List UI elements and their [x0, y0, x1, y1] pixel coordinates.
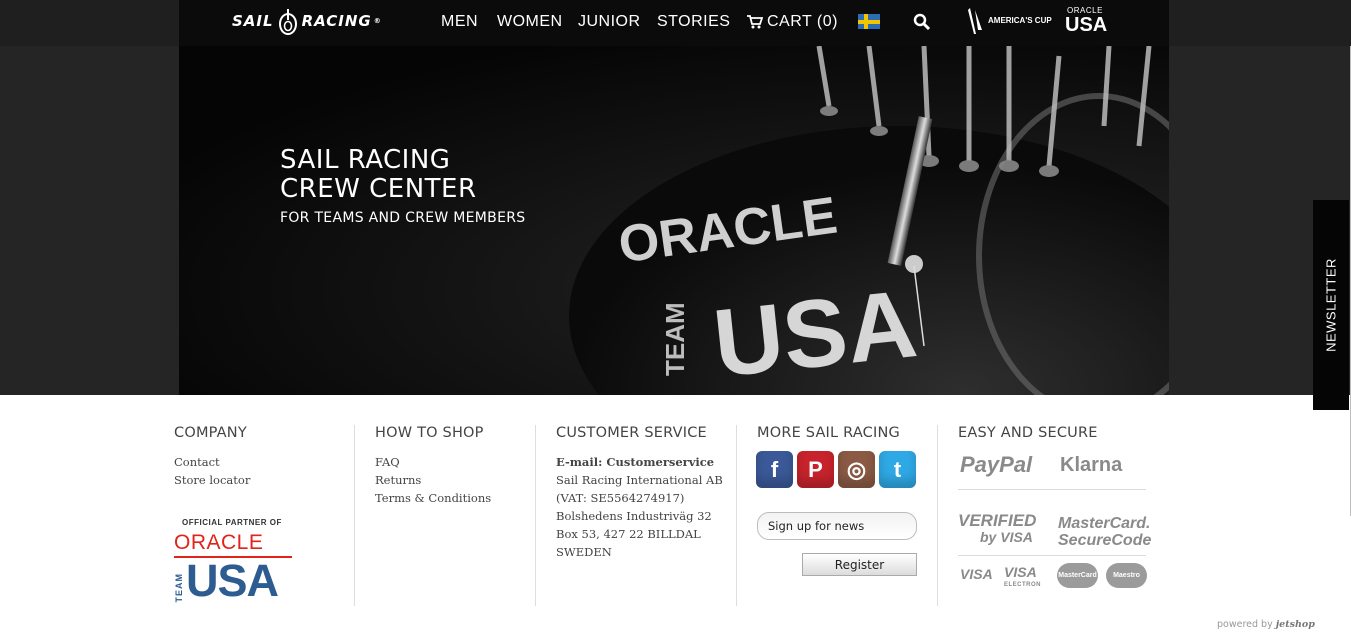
returns-link[interactable]: Returns	[375, 471, 491, 489]
team-text: TEAM	[174, 572, 184, 603]
footer-divider	[354, 425, 355, 606]
cart-label: CART (0)	[767, 13, 838, 30]
jetshop-brand: jetshop	[1275, 619, 1315, 630]
americas-cup-logo[interactable]: AMERICA'S CUP	[966, 6, 1052, 36]
customer-service-email-link[interactable]: E-mail: Customerservice	[556, 453, 723, 471]
footer-easy-and-secure: EASY AND SECURE	[958, 425, 1098, 453]
footer-how-to-shop: HOW TO SHOP FAQ Returns Terms & Conditio…	[375, 425, 491, 507]
contact-link[interactable]: Contact	[174, 453, 250, 471]
social-links: f P ◎ t	[756, 451, 916, 488]
mastercard-securecode-logo: MasterCard. SecureCode	[1058, 515, 1151, 549]
cart-icon	[747, 15, 763, 29]
oracle-team-usa-partner-logo[interactable]: OFFICIAL PARTNER OF ORACLE TEAM USA	[174, 518, 299, 606]
klarna-logo: Klarna	[1060, 454, 1123, 476]
embroidery-usa-text: USA	[709, 270, 922, 395]
powered-by-text: powered by	[1217, 619, 1273, 630]
sail-racing-logo[interactable]: SAIL RACING ®	[232, 6, 382, 36]
mastercard-text: MasterCard.	[1058, 515, 1151, 532]
footer-more-sail-racing: MORE SAIL RACING	[757, 425, 900, 453]
oracle-team-usa-logo[interactable]: ORACLE USA	[1065, 6, 1107, 35]
americas-cup-icon	[968, 8, 982, 34]
usa-text: USA	[186, 555, 279, 606]
visa-electron-logo: VISA ELECTRON	[1004, 564, 1041, 592]
by-visa-text: by VISA	[980, 529, 1033, 545]
address-line: Box 53, 427 22 BILLDAL	[556, 527, 701, 541]
logo-text-left: SAIL	[232, 12, 274, 30]
footer-divider	[535, 425, 536, 606]
register-button[interactable]: Register	[802, 553, 917, 576]
logo-text-right: RACING	[301, 12, 372, 30]
footer-divider	[736, 425, 737, 606]
sweden-flag-icon[interactable]	[858, 14, 880, 29]
footer-company: COMPANY Contact Store locator	[174, 425, 250, 489]
facebook-icon[interactable]: f	[756, 451, 793, 488]
securecode-text: SecureCode	[1058, 532, 1152, 549]
team-usa-mark: TEAM USA	[174, 555, 299, 606]
twitter-icon[interactable]: t	[879, 451, 916, 488]
address-line: (VAT: SE5564274917)	[556, 491, 685, 505]
paypal-logo: PayPal	[960, 452, 1033, 477]
address-line: Sail Racing International AB	[556, 473, 723, 487]
visa-electron-text: VISA	[1004, 564, 1037, 580]
verified-by-visa-logo: VERIFIED by VISA	[958, 511, 1037, 545]
mastercard-logo: MasterCard	[1057, 563, 1098, 588]
nav-men[interactable]: MEN	[441, 13, 478, 31]
sail-racing-emblem-icon	[278, 9, 297, 35]
customer-service-heading: CUSTOMER SERVICE	[556, 425, 707, 441]
nav-stories[interactable]: STORIES	[657, 13, 730, 31]
easy-and-secure-heading: EASY AND SECURE	[958, 425, 1098, 441]
pinterest-icon[interactable]: P	[797, 451, 834, 488]
terms-link[interactable]: Terms & Conditions	[375, 489, 491, 507]
payment-divider	[958, 489, 1146, 490]
company-heading: COMPANY	[174, 425, 247, 441]
logo-registered-mark: ®	[373, 17, 382, 25]
official-partner-text: OFFICIAL PARTNER OF	[182, 518, 282, 527]
payment-divider	[958, 555, 1146, 556]
search-icon[interactable]	[913, 13, 931, 31]
powered-by-jetshop[interactable]: powered by jetshop	[1217, 619, 1315, 630]
nav-women[interactable]: WOMEN	[497, 13, 563, 31]
nav-junior[interactable]: JUNIOR	[578, 13, 641, 31]
instagram-icon[interactable]: ◎	[838, 451, 875, 488]
hero-banner[interactable]: ORACLE TEAM USA SAIL RACING CREW CENTER …	[179, 46, 1169, 395]
newsletter-email-input[interactable]	[757, 512, 917, 540]
footer-customer-service: CUSTOMER SERVICE E-mail: Customerservice…	[556, 425, 723, 561]
maestro-logo: Maestro	[1106, 563, 1147, 588]
store-locator-link[interactable]: Store locator	[174, 471, 250, 489]
footer-divider	[937, 425, 938, 606]
verified-text: VERIFIED	[958, 511, 1037, 530]
americas-cup-text: AMERICA'S CUP	[988, 16, 1052, 25]
visa-logo: VISA	[960, 566, 993, 582]
hero-subtitle: FOR TEAMS AND CREW MEMBERS	[280, 210, 526, 226]
email-label: E-mail: Customerservice	[556, 455, 715, 469]
address-line: Bolshedens Industriväg 32	[556, 509, 712, 523]
oracle-text: ORACLE	[174, 531, 264, 554]
address-line: SWEDEN	[556, 545, 612, 559]
faq-link[interactable]: FAQ	[375, 453, 491, 471]
newsletter-tab[interactable]: NEWSLETTER	[1313, 200, 1349, 410]
more-sail-racing-heading: MORE SAIL RACING	[757, 425, 900, 441]
cart-link[interactable]: CART (0)	[747, 0, 838, 44]
electron-text: ELECTRON	[1004, 582, 1041, 588]
embroidery-team-text: TEAM	[660, 302, 690, 376]
hero-title: SAIL RACING CREW CENTER	[280, 145, 477, 204]
how-to-shop-heading: HOW TO SHOP	[375, 425, 484, 441]
usa-small-text: USA	[1065, 14, 1108, 36]
newsletter-tab-label: NEWSLETTER	[1323, 258, 1339, 352]
